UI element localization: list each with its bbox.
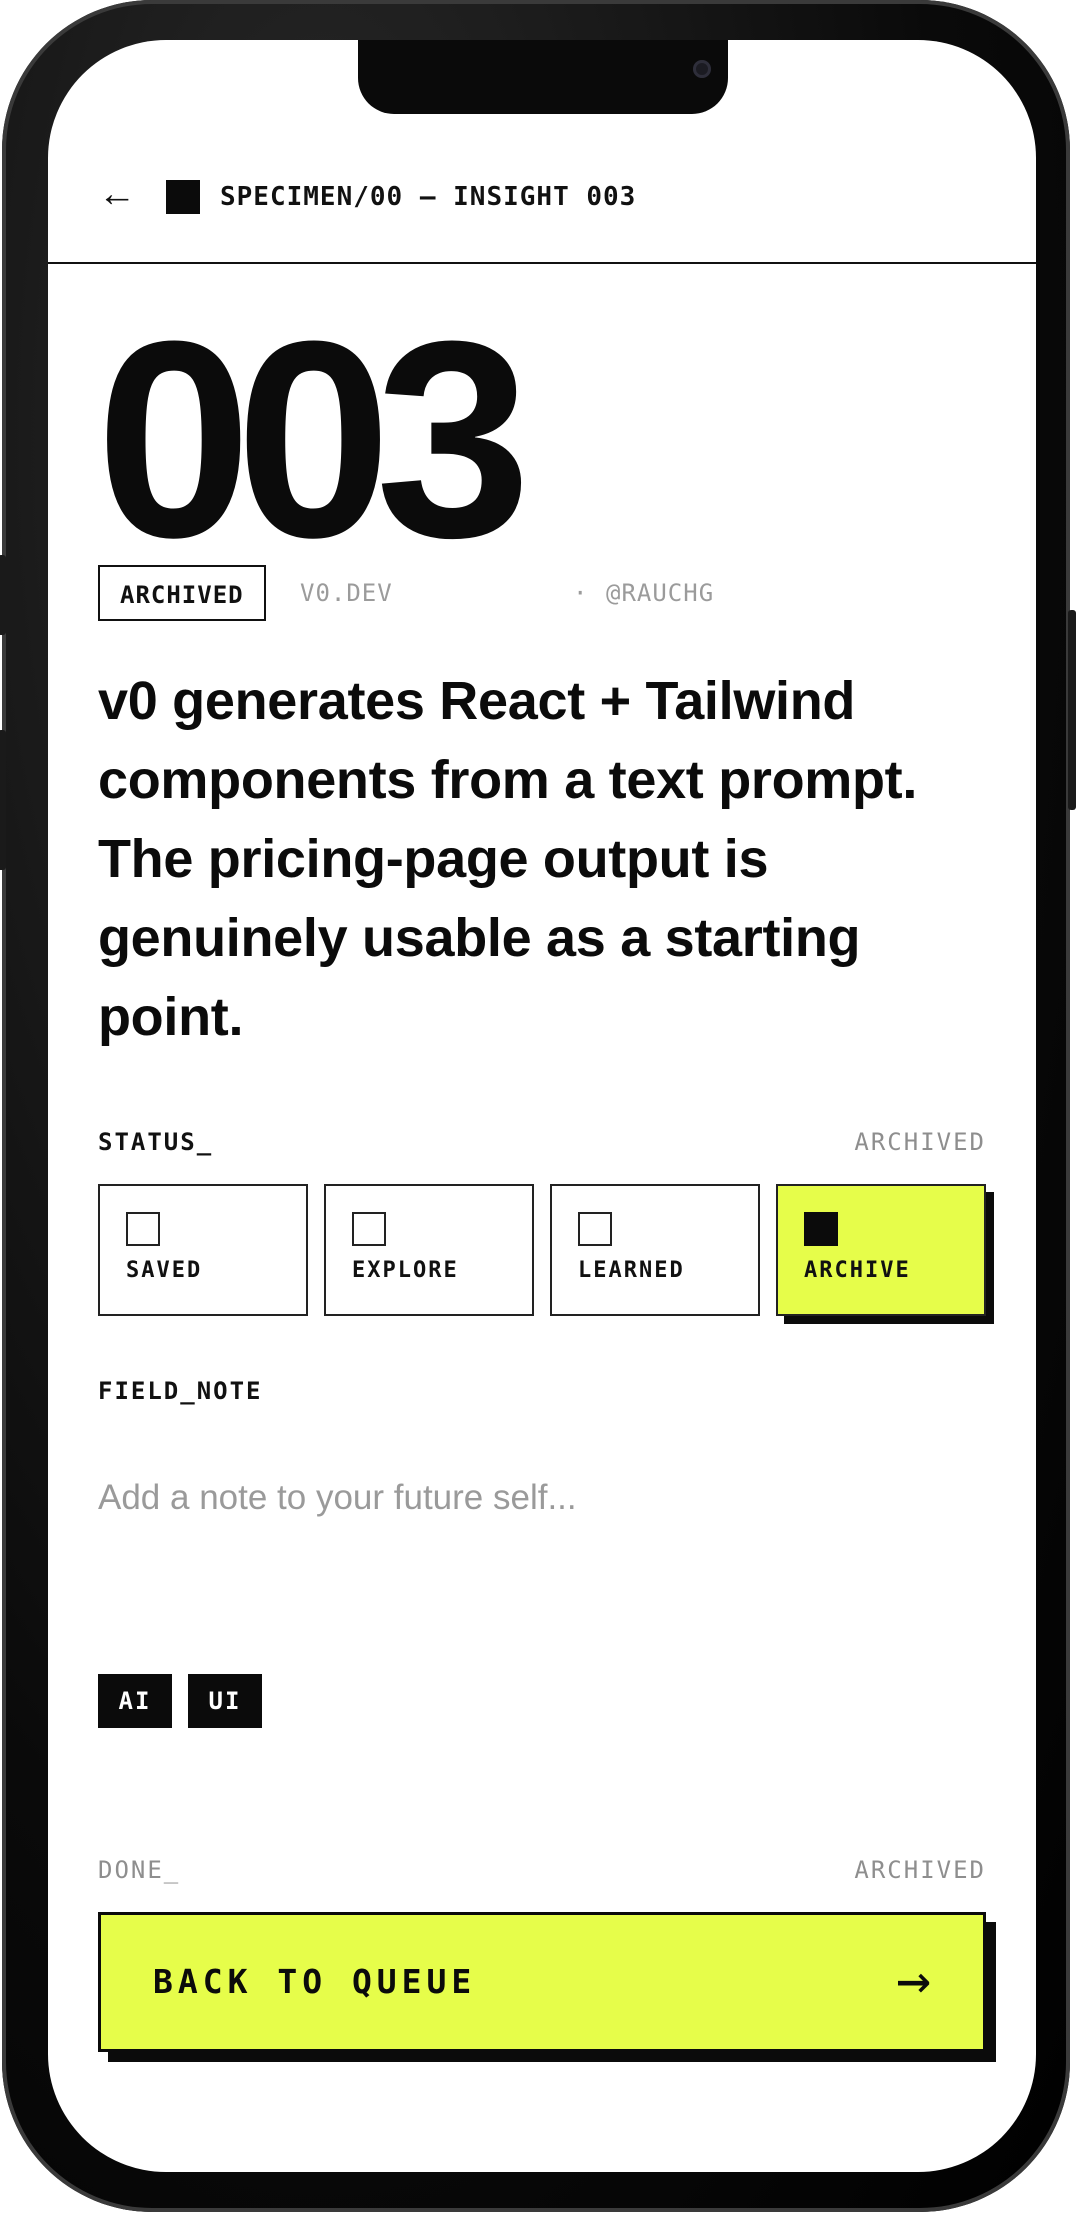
square-icon [166,180,200,214]
status-option-label: EXPLORE [352,1258,459,1283]
status-option-explore[interactable]: EXPLORE [324,1184,534,1316]
screen: ← SPECIMEN/00 — INSIGHT 003 003 ARCHIVED… [48,40,1036,2172]
status-option-label: ARCHIVE [804,1258,911,1283]
tag-ui[interactable]: UI [188,1674,262,1728]
cta-label: BACK TO QUEUE [153,1962,477,2001]
phone-frame: ← SPECIMEN/00 — INSIGHT 003 003 ARCHIVED… [0,0,1076,2212]
breadcrumb: SPECIMEN/00 — INSIGHT 003 [220,182,637,212]
status-option-archive[interactable]: ARCHIVE [776,1184,986,1316]
meta-row: ARCHIVED V0.DEV · @RAUCHG [98,565,998,623]
done-label-row: DONE_ ARCHIVED [98,1856,986,1890]
insight-number: 003 [96,284,531,596]
camera-icon [693,60,711,78]
status-options: SAVED EXPLORE LEARNED ARCHIVE [98,1184,986,1316]
status-badge: ARCHIVED [98,565,266,621]
field-note-input[interactable] [98,1458,986,1538]
checkbox-icon [352,1212,386,1246]
source-label: V0.DEV [300,579,393,607]
status-current: ARCHIVED [854,1128,986,1156]
header: ← SPECIMEN/00 — INSIGHT 003 [48,170,1036,232]
done-label: DONE_ [98,1856,181,1884]
notch [358,40,728,114]
checkbox-icon [126,1212,160,1246]
arrow-right-icon: → [896,1945,931,2013]
side-button [0,555,6,635]
status-label-row: STATUS_ ARCHIVED [98,1128,986,1162]
status-option-learned[interactable]: LEARNED [550,1184,760,1316]
author-label: @RAUCHG [606,579,715,607]
power-button [1068,610,1076,810]
tag-ai[interactable]: AI [98,1674,172,1728]
field-note-label: FIELD_NOTE [98,1377,263,1405]
insight-text: v0 generates React + Tailwind components… [98,671,918,1047]
header-divider [48,262,1036,264]
checked-checkbox-icon [804,1212,838,1246]
volume-up-button [0,730,6,870]
status-option-label: SAVED [126,1258,203,1283]
status-label: STATUS_ [98,1128,214,1156]
status-option-label: LEARNED [578,1258,685,1283]
checkbox-icon [578,1212,612,1246]
status-option-saved[interactable]: SAVED [98,1184,308,1316]
field-note-label-row: FIELD_NOTE [98,1377,986,1411]
meta-separator: · [573,579,588,607]
back-arrow-icon[interactable]: ← [98,174,136,214]
done-status: ARCHIVED [854,1856,986,1884]
back-to-queue-button[interactable]: BACK TO QUEUE → [98,1912,986,2052]
